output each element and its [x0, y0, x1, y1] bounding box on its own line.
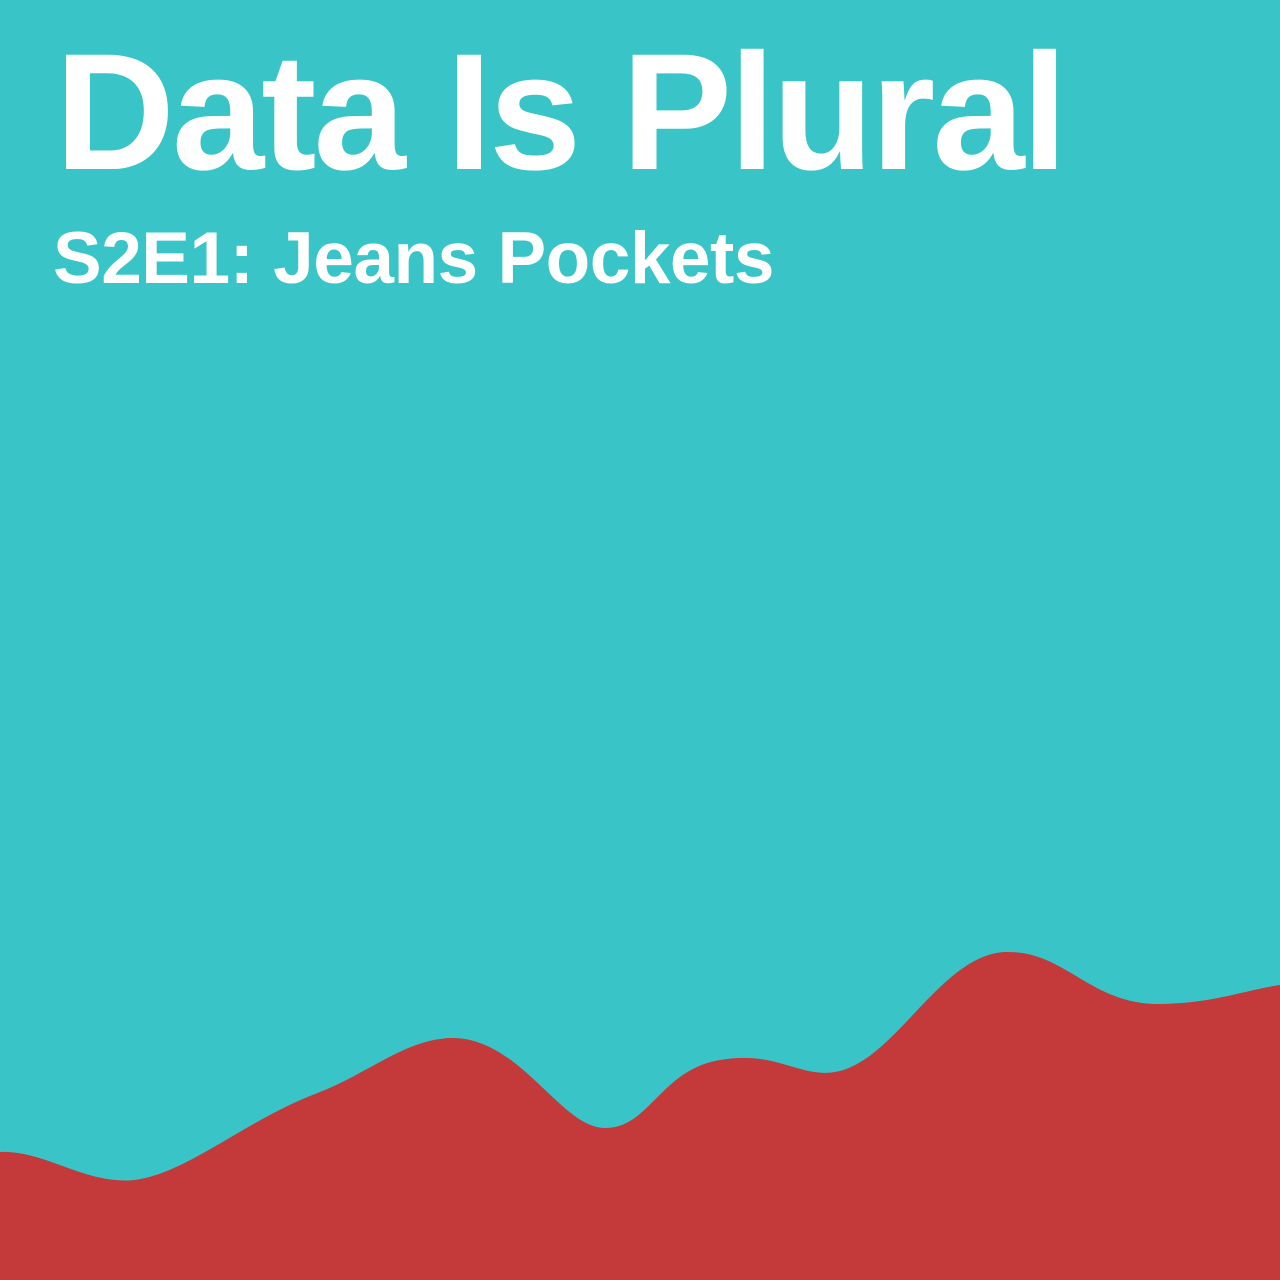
podcast-title: Data Is Plural — [55, 20, 1068, 205]
episode-title: S2E1: Jeans Pockets — [53, 218, 774, 299]
red-wave-shape — [0, 951, 1280, 1280]
podcast-cover: Data Is Plural S2E1: Jeans Pockets — [0, 0, 1280, 1280]
